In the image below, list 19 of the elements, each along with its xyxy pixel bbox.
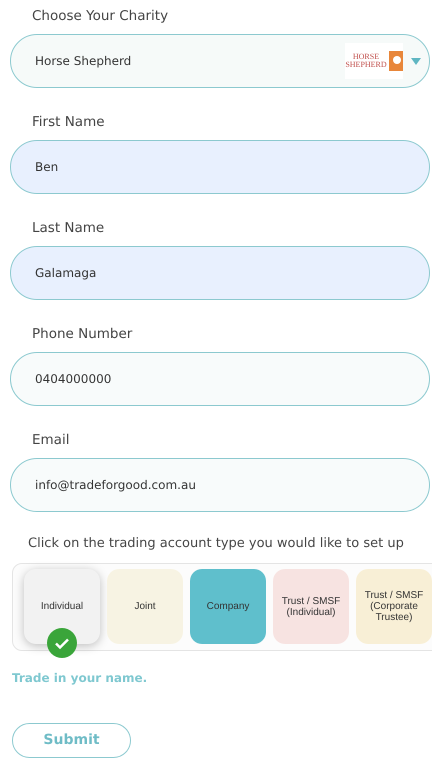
input-field[interactable]: Galamaga (10, 246, 430, 300)
charity-logo: HORSE SHEPHERD (345, 43, 403, 79)
account-type-card[interactable]: Company (190, 569, 266, 644)
input-field[interactable]: info@tradeforgood.com.au (10, 458, 430, 512)
charity-dropdown[interactable]: Horse Shepherd HORSE SHEPHERD (10, 34, 430, 88)
account-type-card[interactable]: Trust / SMSF (Individual) (273, 569, 349, 644)
account-type-card[interactable]: Joint (107, 569, 183, 644)
field-label: Email (32, 431, 70, 450)
input-field[interactable]: Ben (10, 140, 430, 194)
account-description: Trade in your name. (12, 670, 148, 685)
account-type-card[interactable]: Trust / SMSF (Corporate Trustee) (356, 569, 432, 644)
account-type-card[interactable]: Individual (24, 569, 100, 644)
caret-icon (411, 58, 421, 64)
field-label: First Name (32, 113, 106, 132)
field-label: Last Name (32, 219, 106, 238)
field-label: Choose Your Charity (32, 7, 170, 26)
input-field[interactable]: 0404000000 (10, 352, 430, 406)
field-label: Phone Number (32, 325, 134, 344)
instruction-text: Click on the trading account type you would like to set up (28, 536, 405, 551)
